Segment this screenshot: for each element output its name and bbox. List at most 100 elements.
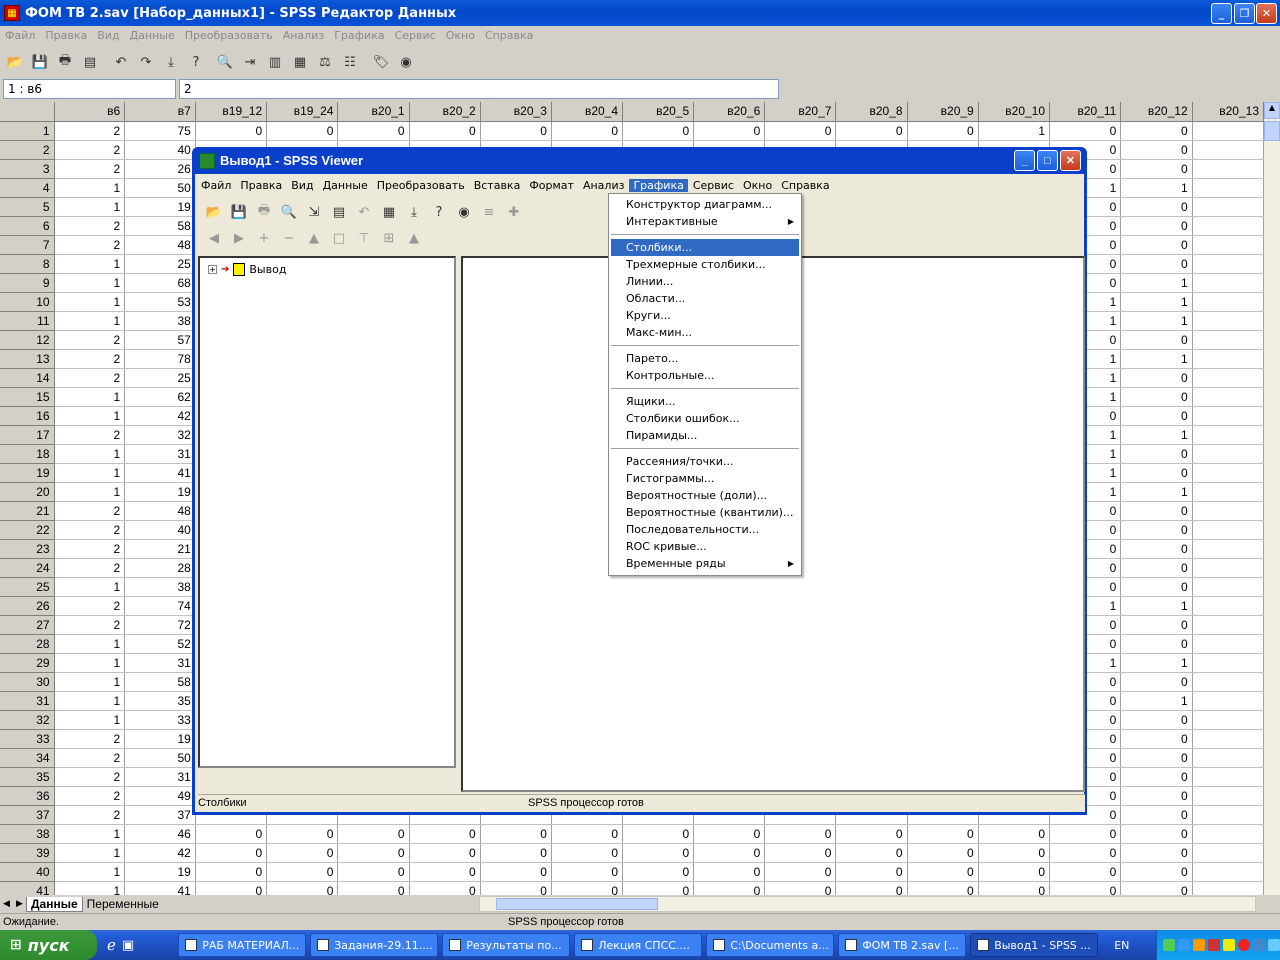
insert-cases-icon[interactable]: ⇥ (239, 51, 261, 73)
viewer-menu-item[interactable]: Вставка (470, 179, 525, 192)
row-number[interactable]: 19 (0, 463, 55, 483)
data-cell[interactable] (1192, 387, 1264, 407)
viewer-menu-item[interactable]: Преобразовать (373, 179, 469, 192)
data-cell[interactable]: 1 (1120, 425, 1193, 445)
editor-menu-item[interactable]: Справка (480, 29, 538, 42)
data-cell[interactable]: 19 (124, 197, 196, 217)
redo-icon[interactable]: ↷ (135, 51, 157, 73)
data-cell[interactable]: 0 (409, 121, 481, 141)
data-cell[interactable] (1192, 311, 1264, 331)
viewer-add-icon[interactable]: ✚ (503, 201, 525, 223)
row-number[interactable]: 30 (0, 672, 55, 692)
data-cell[interactable]: 0 (551, 843, 624, 863)
data-cell[interactable]: 0 (551, 121, 624, 141)
row-number[interactable]: 27 (0, 615, 55, 635)
data-cell[interactable] (1192, 843, 1264, 863)
viewer-menu-item[interactable]: Формат (525, 179, 578, 192)
data-cell[interactable]: 0 (551, 881, 624, 895)
data-cell[interactable]: 2 (54, 368, 126, 388)
data-cell[interactable]: 1 (54, 824, 126, 844)
split-file-icon[interactable]: ▦ (289, 51, 311, 73)
data-cell[interactable] (1192, 767, 1264, 787)
data-cell[interactable]: 0 (1120, 520, 1193, 540)
data-cell[interactable]: 0 (693, 881, 766, 895)
data-cell[interactable]: 1 (54, 691, 126, 711)
data-cell[interactable]: 0 (1120, 159, 1193, 179)
variables-icon[interactable]: ? (185, 51, 207, 73)
data-cell[interactable]: 1 (1120, 178, 1193, 198)
data-cell[interactable] (1192, 121, 1264, 141)
data-cell[interactable]: 2 (54, 520, 126, 540)
data-cell[interactable]: 0 (693, 862, 766, 882)
data-cell[interactable]: 0 (1120, 748, 1193, 768)
data-cell[interactable]: 1 (54, 311, 126, 331)
data-cell[interactable]: 2 (54, 805, 126, 825)
data-cell[interactable]: 21 (124, 539, 196, 559)
viewer-variables-icon[interactable]: ? (428, 201, 450, 223)
tab-variable-view[interactable]: Переменные (83, 897, 163, 911)
data-cell[interactable]: 1 (54, 482, 126, 502)
data-cell[interactable]: 74 (124, 596, 196, 616)
data-cell[interactable]: 0 (1049, 881, 1122, 895)
taskbar-button[interactable]: ФОМ ТВ 2.sav [... (838, 933, 967, 957)
data-cell[interactable]: 2 (54, 425, 126, 445)
column-header[interactable]: в20_13 (1192, 102, 1264, 122)
graphics-menu-item[interactable]: Линии... (609, 273, 801, 290)
data-cell[interactable]: 53 (124, 292, 196, 312)
row-number[interactable]: 40 (0, 862, 55, 882)
data-cell[interactable]: 0 (1049, 824, 1122, 844)
data-cell[interactable]: 1 (54, 197, 126, 217)
data-cell[interactable]: 2 (54, 786, 126, 806)
vertical-scrollbar[interactable]: ▲ (1264, 102, 1280, 895)
data-cell[interactable]: 49 (124, 786, 196, 806)
data-cell[interactable]: 0 (835, 881, 908, 895)
data-cell[interactable]: 0 (337, 824, 410, 844)
data-cell[interactable]: 42 (124, 843, 196, 863)
data-cell[interactable]: 2 (54, 330, 126, 350)
restore-button[interactable]: ❐ (1234, 3, 1255, 24)
editor-menu-item[interactable]: Анализ (278, 29, 330, 42)
data-cell[interactable]: 0 (195, 862, 268, 882)
viewer-insert-text-icon[interactable]: ▲ (403, 227, 425, 249)
data-cell[interactable]: 1 (54, 881, 126, 895)
viewer-select-last-icon[interactable]: ≡ (478, 201, 500, 223)
data-cell[interactable]: 1 (54, 843, 126, 863)
data-cell[interactable] (1192, 482, 1264, 502)
data-cell[interactable]: 0 (1120, 330, 1193, 350)
data-cell[interactable] (1192, 634, 1264, 654)
data-cell[interactable]: 31 (124, 444, 196, 464)
data-cell[interactable]: 0 (480, 843, 552, 863)
data-cell[interactable]: 1 (54, 577, 126, 597)
data-cell[interactable]: 0 (1120, 463, 1193, 483)
data-cell[interactable]: 0 (1120, 843, 1193, 863)
column-header[interactable]: в19_12 (195, 102, 268, 122)
viewer-use-sets-icon[interactable]: ◉ (453, 201, 475, 223)
data-cell[interactable]: 75 (124, 121, 196, 141)
column-header[interactable]: в20_6 (693, 102, 766, 122)
row-number[interactable]: 33 (0, 729, 55, 749)
weight-cases-icon[interactable]: ⚖ (314, 51, 336, 73)
viewer-insert-title-icon[interactable]: ⊞ (378, 227, 400, 249)
data-cell[interactable]: 0 (907, 862, 979, 882)
row-number[interactable]: 31 (0, 691, 55, 711)
data-cell[interactable]: 2 (54, 539, 126, 559)
viewer-export-icon[interactable]: ⇲ (303, 201, 325, 223)
ie-quicklaunch-icon[interactable]: ℯ (107, 936, 116, 954)
viewer-hide-icon[interactable]: □ (328, 227, 350, 249)
data-cell[interactable]: 0 (978, 843, 1051, 863)
row-number[interactable]: 7 (0, 235, 55, 255)
tray-update-icon[interactable] (1223, 939, 1235, 951)
data-cell[interactable]: 57 (124, 330, 196, 350)
data-cell[interactable]: 0 (1120, 862, 1193, 882)
data-cell[interactable]: 26 (124, 159, 196, 179)
column-header[interactable]: в20_9 (907, 102, 979, 122)
data-cell[interactable]: 42 (124, 406, 196, 426)
data-cell[interactable]: 0 (1120, 634, 1193, 654)
start-button[interactable]: ⊞ пуск (0, 930, 97, 960)
data-cell[interactable]: 2 (54, 121, 126, 141)
data-cell[interactable]: 0 (764, 824, 837, 844)
data-cell[interactable]: 72 (124, 615, 196, 635)
row-number[interactable]: 20 (0, 482, 55, 502)
data-cell[interactable]: 0 (1120, 235, 1193, 255)
data-cell[interactable]: 0 (622, 862, 695, 882)
